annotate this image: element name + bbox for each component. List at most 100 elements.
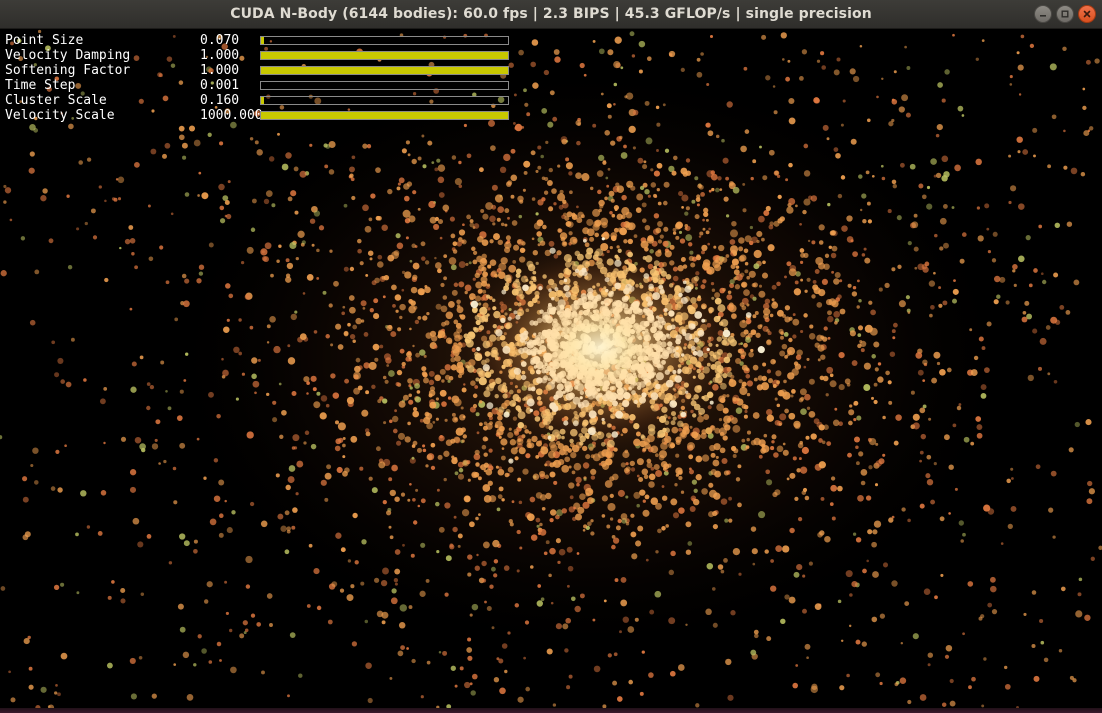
- particle: [1050, 470, 1057, 477]
- particle: [934, 595, 938, 600]
- particle: [874, 483, 879, 487]
- particle: [444, 502, 451, 509]
- particle: [537, 243, 541, 247]
- particle: [789, 527, 795, 534]
- particle: [601, 495, 608, 502]
- particle: [492, 539, 500, 548]
- particle: [650, 466, 655, 471]
- particle: [803, 143, 809, 149]
- particle: [493, 233, 500, 241]
- particle: [411, 456, 415, 460]
- param-row-time-step[interactable]: Time Step 0.001: [5, 78, 515, 93]
- param-row-point-size[interactable]: Point Size 0.070: [5, 33, 515, 48]
- particle: [888, 121, 894, 127]
- particle: [434, 167, 439, 172]
- close-button[interactable]: [1078, 5, 1096, 23]
- particle: [239, 633, 245, 639]
- particle: [665, 469, 669, 473]
- particle: [297, 230, 305, 238]
- particle: [399, 348, 405, 354]
- particle: [103, 387, 108, 391]
- particle: [537, 145, 542, 150]
- particle: [219, 141, 224, 146]
- particle: [325, 403, 330, 408]
- particle: [505, 235, 511, 241]
- particle: [536, 524, 540, 528]
- param-slider[interactable]: [260, 51, 509, 60]
- particle: [130, 386, 137, 393]
- particle: [510, 447, 518, 455]
- param-row-cluster-scale[interactable]: Cluster Scale 0.160: [5, 93, 515, 108]
- param-row-velocity-damping[interactable]: Velocity Damping 1.000: [5, 48, 515, 63]
- particle: [700, 52, 704, 56]
- particle: [702, 227, 706, 231]
- particle: [1047, 164, 1052, 169]
- param-row-velocity-scale[interactable]: Velocity Scale 1000.000: [5, 108, 515, 123]
- particle: [1084, 614, 1091, 621]
- particle: [288, 465, 296, 472]
- particle: [873, 341, 880, 348]
- simulation-canvas[interactable]: [0, 29, 1102, 708]
- particle: [833, 69, 840, 76]
- particle: [327, 619, 333, 625]
- particle: [770, 446, 775, 451]
- maximize-button[interactable]: [1056, 5, 1074, 23]
- particle: [287, 344, 291, 348]
- particle: [445, 311, 454, 320]
- particle: [871, 354, 876, 359]
- particle: [941, 175, 948, 182]
- particle: [752, 562, 756, 566]
- title-bar[interactable]: CUDA N-Body (6144 bodies): 60.0 fps | 2.…: [0, 0, 1102, 29]
- particle: [103, 441, 106, 445]
- particle: [396, 440, 402, 446]
- particle: [638, 40, 646, 48]
- particle: [656, 122, 661, 127]
- particle: [782, 314, 786, 318]
- param-slider[interactable]: [260, 96, 509, 105]
- particle: [1033, 154, 1036, 158]
- param-slider[interactable]: [260, 66, 509, 75]
- particle: [382, 499, 387, 505]
- particle: [776, 403, 781, 408]
- particle: [732, 424, 741, 433]
- particle: [856, 305, 860, 309]
- particle: [394, 568, 401, 575]
- particle: [620, 152, 628, 159]
- param-row-softening-factor[interactable]: Softening Factor 1.000: [5, 63, 515, 78]
- particle: [607, 502, 616, 512]
- particle: [383, 421, 387, 425]
- particle: [29, 123, 36, 131]
- particle: [639, 489, 646, 496]
- particle: [802, 574, 806, 578]
- particle: [340, 547, 346, 553]
- particle: [479, 422, 483, 427]
- param-slider[interactable]: [260, 36, 509, 45]
- param-slider[interactable]: [260, 81, 509, 90]
- particle: [316, 248, 320, 253]
- minimize-button[interactable]: [1034, 5, 1052, 23]
- particle: [635, 540, 642, 547]
- particle: [530, 565, 534, 569]
- particle: [316, 605, 322, 611]
- particle: [970, 441, 975, 446]
- particle: [975, 416, 982, 422]
- particle: [610, 140, 616, 146]
- particle: [129, 657, 136, 664]
- particle: [941, 702, 947, 707]
- particle: [774, 397, 778, 401]
- particle: [401, 361, 406, 367]
- particle: [893, 322, 898, 328]
- particle: [481, 560, 487, 567]
- particle: [132, 517, 140, 525]
- particle: [837, 485, 843, 492]
- particle: [32, 447, 39, 454]
- particle: [519, 546, 523, 550]
- particle: [577, 506, 585, 514]
- param-slider[interactable]: [260, 111, 509, 120]
- particle: [641, 650, 645, 654]
- particle: [726, 101, 733, 108]
- particle: [765, 205, 771, 212]
- particle: [769, 313, 774, 318]
- particle: [481, 239, 489, 246]
- particle: [738, 246, 744, 252]
